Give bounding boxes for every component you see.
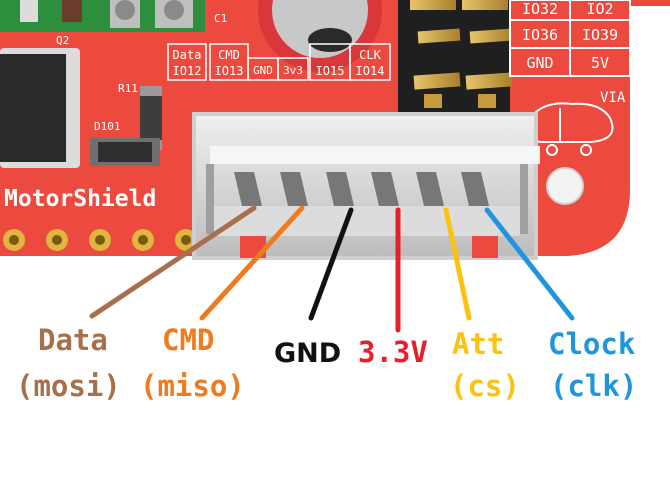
label-cmd: CMD (162, 323, 215, 357)
silk-via: VIA (600, 90, 626, 106)
silk-cmd: CMD (218, 48, 240, 62)
terminal-screw-head (115, 0, 135, 20)
silk-5v: 5V (591, 54, 609, 72)
label-clock-clk: (clk) (550, 369, 638, 403)
silk-q2: Q2 (56, 34, 69, 47)
diode-body (98, 142, 152, 162)
silk-d101: D101 (94, 120, 121, 133)
terminal-slot (62, 0, 82, 22)
silk-data: Data (173, 48, 202, 62)
silk-io12: IO12 (173, 64, 202, 78)
board-name: MotorShield (4, 186, 156, 212)
label-att: Att (452, 327, 505, 361)
label-clock: Clock (548, 327, 636, 361)
silk-io15: IO15 (316, 64, 345, 78)
mounting-hole (546, 167, 584, 205)
label-3v3: 3.3V (358, 335, 428, 369)
silk-3v3: 3v3 (283, 64, 303, 77)
label-att-cs: (cs) (450, 369, 520, 403)
silk-clk: CLK (359, 48, 381, 62)
silk-c1: C1 (214, 12, 227, 25)
label-data: Data (38, 323, 108, 357)
silk-gnd: GND (253, 64, 273, 77)
silk-r11: R11 (118, 82, 138, 95)
silk-io2: IO2 (586, 0, 613, 18)
silk-io39: IO39 (582, 26, 618, 44)
silk-gnd-table: GND (526, 54, 553, 72)
terminal-screw-head (164, 0, 184, 20)
resistor-cap (140, 86, 162, 96)
silk-io13: IO13 (215, 64, 244, 78)
silk-io32: IO32 (522, 0, 558, 18)
label-cmd-miso: (miso) (140, 369, 245, 403)
silk-io14: IO14 (356, 64, 385, 78)
ic-body (0, 54, 66, 162)
terminal-slot (20, 0, 38, 22)
silk-io36: IO36 (522, 26, 558, 44)
pinout-diagram: IO32 IO2 IO36 IO39 GND 5V VIA Data IO12 … (0, 0, 670, 333)
label-gnd: GND (274, 338, 342, 369)
capacitor-base (308, 28, 352, 52)
label-data-mosi: (mosi) (16, 369, 121, 403)
